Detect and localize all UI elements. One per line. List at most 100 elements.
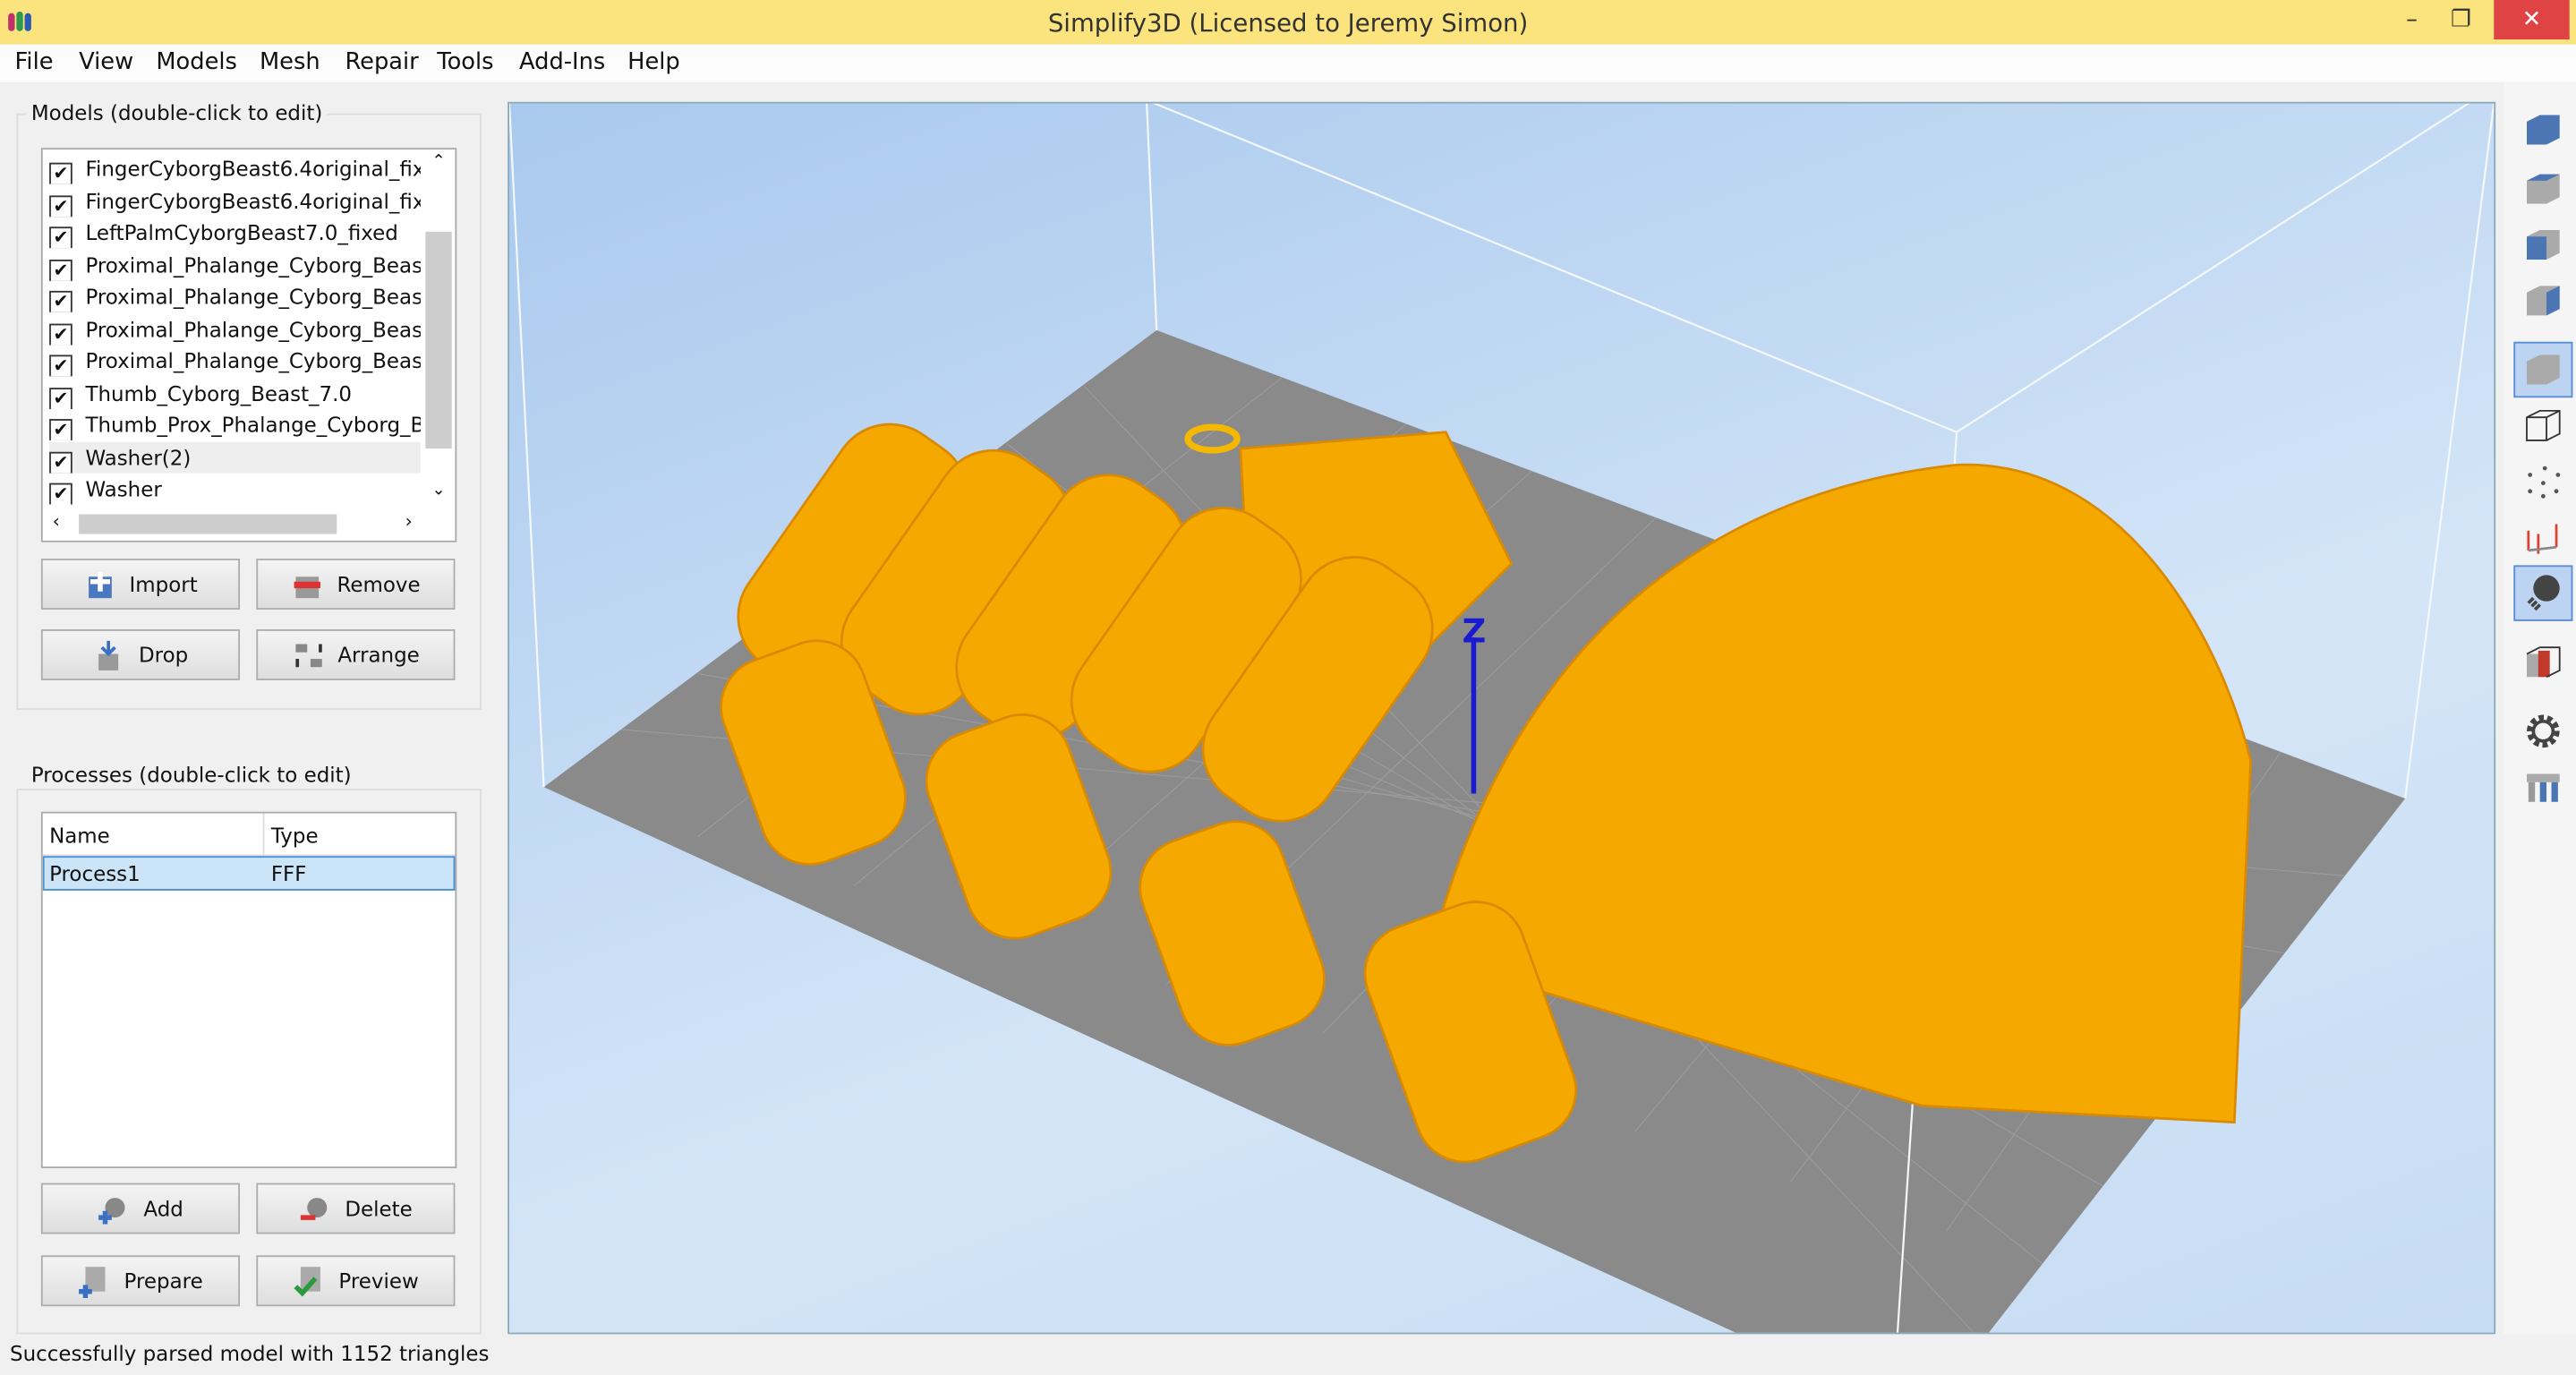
- model-list-item[interactable]: ✔ FingerCyborgBeast6.4original_fixe: [49, 184, 421, 217]
- settings-button[interactable]: [2513, 704, 2572, 759]
- drop-button[interactable]: Drop: [40, 628, 240, 680]
- view-front-button[interactable]: [2513, 217, 2572, 272]
- menu-file[interactable]: File: [15, 49, 54, 75]
- menu-help[interactable]: Help: [627, 49, 680, 75]
- import-icon: [88, 570, 112, 598]
- status-text: Successfully parsed model with 1152 tria…: [10, 1340, 490, 1366]
- preview-button[interactable]: Preview: [256, 1255, 456, 1307]
- model-list-item[interactable]: ✔ Washer: [49, 474, 421, 505]
- menu-tools[interactable]: Tools: [437, 49, 493, 75]
- processes-table[interactable]: Name Type Process1 FFF: [40, 811, 457, 1169]
- models-group-label: Models (double-click to edit): [26, 99, 328, 125]
- menu-models[interactable]: Models: [156, 49, 237, 75]
- menu-mesh[interactable]: Mesh: [260, 49, 320, 75]
- z-axis-label: Z: [1463, 612, 1487, 651]
- preview-label: Preview: [338, 1268, 419, 1294]
- remove-icon: [294, 576, 321, 598]
- model-name: Thumb_Prox_Phalange_Cyborg_B: [85, 412, 421, 438]
- wireframe-mode-button[interactable]: [2513, 397, 2572, 453]
- model-visibility-checkbox[interactable]: ✔: [49, 483, 73, 505]
- close-button[interactable]: ✕: [2494, 0, 2570, 40]
- cross-section-icon: [2526, 646, 2561, 679]
- import-button[interactable]: Import: [40, 559, 240, 610]
- scroll-up-icon[interactable]: ⌃: [425, 153, 451, 179]
- prepare-label: Prepare: [124, 1268, 203, 1294]
- lighting-icon: [2527, 575, 2560, 611]
- remove-label: Remove: [337, 571, 421, 597]
- model-visibility-checkbox[interactable]: ✔: [49, 354, 73, 377]
- arrange-icon: [294, 643, 321, 667]
- menu-add-ins[interactable]: Add-Ins: [519, 49, 605, 75]
- model-list-item[interactable]: ✔ LeftPalmCyborgBeast7.0_fixed: [49, 217, 421, 249]
- supports-button[interactable]: [2513, 759, 2572, 815]
- model-name: Proximal_Phalange_Cyborg_Beast_: [85, 316, 421, 341]
- model-list-item[interactable]: ✔ Proximal_Phalange_Cyborg_Beast_: [49, 281, 421, 312]
- arrange-button[interactable]: Arrange: [256, 628, 456, 680]
- point-mode-icon: [2528, 465, 2561, 499]
- settings-icon: [2526, 714, 2560, 748]
- solid-mode-button[interactable]: [2513, 341, 2573, 398]
- status-bar: Successfully parsed model with 1152 tria…: [0, 1334, 2576, 1375]
- models-list[interactable]: ✔ FingerCyborgBeast6.4original_fixe ✔ Finge…: [40, 148, 457, 542]
- restore-button[interactable]: ❐: [2436, 0, 2486, 39]
- add-process-button[interactable]: Add: [40, 1183, 240, 1234]
- model-list-item[interactable]: ✔ Thumb_Prox_Phalange_Cyborg_B: [49, 409, 421, 440]
- column-name[interactable]: Name: [49, 824, 110, 849]
- table-header: Name Type: [42, 813, 456, 857]
- model-visibility-checkbox[interactable]: ✔: [49, 419, 73, 440]
- title-bar: Simplify3D (Licensed to Jeremy Simon) – …: [0, 0, 2576, 45]
- model-list-item[interactable]: ✔ Proximal_Phalange_Cyborg_Beast_: [49, 313, 421, 345]
- scroll-down-icon[interactable]: ⌄: [425, 482, 451, 508]
- point-mode-button[interactable]: [2513, 454, 2572, 509]
- view-top-button[interactable]: [2513, 161, 2572, 217]
- delete-process-button[interactable]: Delete: [256, 1183, 456, 1234]
- prepare-icon: [79, 1266, 107, 1298]
- normals-icon: [2527, 524, 2558, 554]
- model-visibility-checkbox[interactable]: ✔: [49, 162, 73, 184]
- view-side-icon: [2526, 286, 2560, 316]
- solid-mode-icon: [2526, 354, 2560, 385]
- model-visibility-checkbox[interactable]: ✔: [49, 387, 73, 409]
- model-name: LeftPalmCyborgBeast7.0_fixed: [85, 219, 398, 245]
- preview-icon: [294, 1266, 321, 1296]
- scroll-left-icon[interactable]: ‹: [53, 511, 60, 533]
- minimize-button[interactable]: –: [2387, 0, 2436, 39]
- view-default-button[interactable]: [2513, 102, 2572, 158]
- add-gear-icon: [98, 1197, 126, 1224]
- model-visibility-checkbox[interactable]: ✔: [49, 226, 73, 249]
- models-horizontal-scrollbar[interactable]: ‹ ›: [46, 510, 422, 538]
- delete-gear-icon: [300, 1197, 328, 1219]
- lighting-button[interactable]: [2513, 565, 2573, 621]
- model-visibility-checkbox[interactable]: ✔: [49, 259, 73, 280]
- model-list-item[interactable]: ✔ Proximal_Phalange_Cyborg_Beast_: [49, 249, 421, 280]
- column-type[interactable]: Type: [271, 824, 319, 849]
- build-volume-scene[interactable]: Z: [509, 103, 2495, 1333]
- model-visibility-checkbox[interactable]: ✔: [49, 290, 73, 312]
- normals-button[interactable]: [2513, 509, 2572, 565]
- model-list-item[interactable]: ✔ Proximal_Phalange_Cyborg_Beast_: [49, 345, 421, 377]
- menu-repair[interactable]: Repair: [345, 49, 418, 75]
- cross-section-button[interactable]: [2513, 635, 2572, 690]
- models-vertical-scrollbar[interactable]: ⌃ ⌄: [425, 152, 452, 508]
- remove-button[interactable]: Remove: [256, 559, 456, 610]
- model-list-item[interactable]: ✔ Thumb_Cyborg_Beast_7.0: [49, 377, 421, 409]
- menu-view[interactable]: View: [79, 49, 133, 75]
- process-name: Process1: [49, 860, 141, 886]
- scroll-right-icon[interactable]: ›: [405, 511, 413, 533]
- process-type: FFF: [270, 860, 307, 886]
- h-scroll-thumb[interactable]: [79, 514, 337, 534]
- table-row[interactable]: Process1 FFF: [42, 856, 456, 891]
- model-visibility-checkbox[interactable]: ✔: [49, 322, 73, 345]
- import-label: Import: [129, 571, 198, 597]
- model-list-item[interactable]: ✔ Washer(2): [49, 440, 421, 473]
- delete-label: Delete: [345, 1196, 413, 1221]
- model-visibility-checkbox[interactable]: ✔: [49, 450, 73, 473]
- model-name: Proximal_Phalange_Cyborg_Beast_: [85, 284, 421, 310]
- prepare-button[interactable]: Prepare: [40, 1255, 240, 1307]
- 3d-viewport[interactable]: Z: [508, 101, 2496, 1335]
- view-top-icon: [2526, 174, 2560, 204]
- model-list-item[interactable]: ✔ FingerCyborgBeast6.4original_fixe: [49, 153, 421, 184]
- scroll-thumb[interactable]: [425, 231, 452, 449]
- view-side-button[interactable]: [2513, 273, 2572, 329]
- model-visibility-checkbox[interactable]: ✔: [49, 194, 73, 217]
